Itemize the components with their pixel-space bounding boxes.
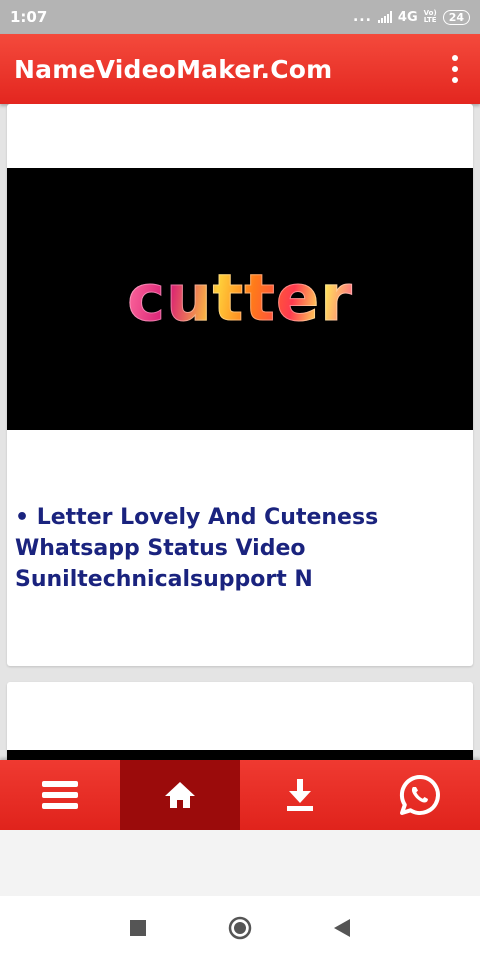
- nav-whatsapp-button[interactable]: [360, 760, 480, 830]
- video-thumbnail[interactable]: cutter: [7, 168, 473, 430]
- notification-dots: ...: [352, 9, 372, 25]
- video-card[interactable]: [7, 682, 473, 760]
- back-button[interactable]: [334, 919, 350, 937]
- whatsapp-icon: [399, 774, 440, 815]
- signal-icon: [377, 11, 392, 23]
- home-icon: [165, 782, 195, 808]
- video-feed: cutter • Letter Lovely And Cuteness What…: [0, 104, 480, 760]
- network-type: 4G: [397, 9, 418, 25]
- video-title[interactable]: • Letter Lovely And Cuteness Whatsapp St…: [15, 502, 455, 595]
- home-circle-icon: [228, 916, 252, 940]
- empty-area: [0, 830, 480, 896]
- battery-icon: 24: [442, 9, 470, 25]
- bottom-nav: [0, 760, 480, 830]
- more-vert-icon[interactable]: [444, 49, 466, 89]
- menu-icon: [42, 781, 78, 809]
- status-time: 1:07: [10, 8, 48, 26]
- nav-home-button[interactable]: [120, 760, 240, 830]
- system-home-button[interactable]: [228, 916, 252, 940]
- recents-button[interactable]: [130, 920, 146, 936]
- status-bar: 1:07 ... 4G Vo) LTE 24: [0, 0, 480, 34]
- app-title: NameVideoMaker.Com: [14, 54, 333, 84]
- system-nav-bar: [0, 896, 480, 960]
- nav-download-button[interactable]: [240, 760, 360, 830]
- app-bar: NameVideoMaker.Com: [0, 34, 480, 104]
- volte-bottom: LTE: [423, 16, 437, 24]
- video-thumbnail[interactable]: [7, 750, 473, 760]
- back-icon: [334, 919, 350, 937]
- thumbnail-text: cutter: [127, 262, 353, 337]
- status-indicators: ... 4G Vo) LTE 24: [353, 9, 470, 25]
- volte-icon: Vo) LTE: [424, 10, 437, 24]
- recents-icon: [130, 920, 146, 936]
- nav-menu-button[interactable]: [0, 760, 120, 830]
- download-icon: [287, 779, 313, 811]
- video-card[interactable]: cutter • Letter Lovely And Cuteness What…: [7, 104, 473, 666]
